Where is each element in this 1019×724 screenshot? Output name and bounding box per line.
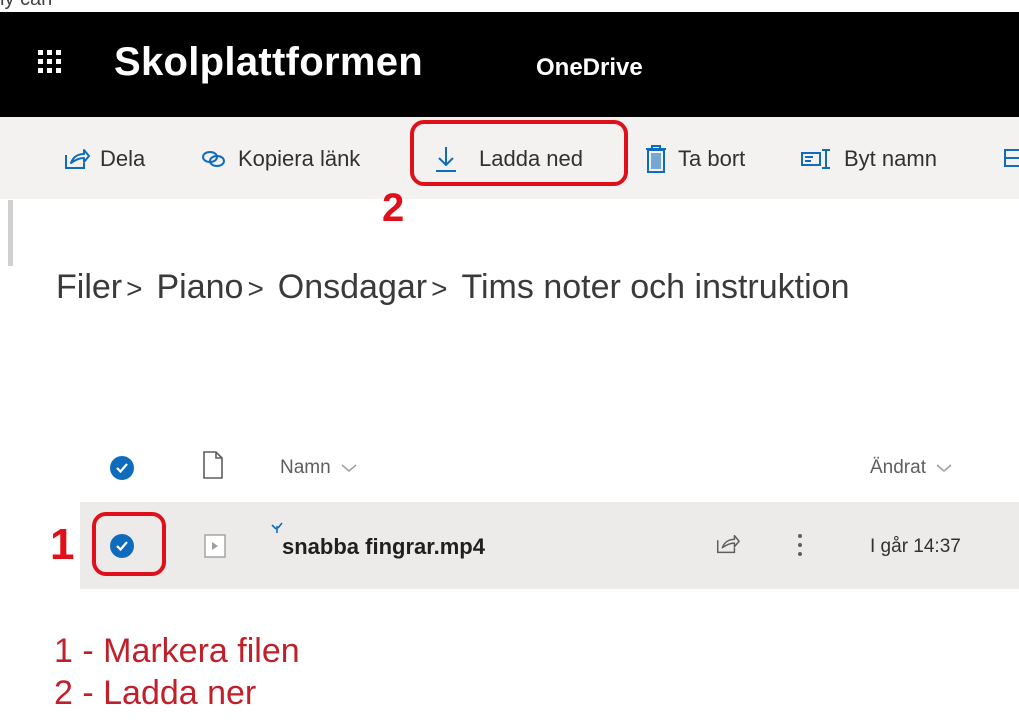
rename-icon [801, 149, 830, 169]
legend-line-1: 1 - Markera filen [54, 632, 300, 670]
rename-label: Byt namn [844, 146, 937, 171]
breadcrumb-item-piano[interactable]: Piano [156, 268, 243, 306]
copy-link-button[interactable]: Kopiera länk [200, 141, 360, 177]
delete-label: Ta bort [678, 146, 746, 171]
waffle-icon[interactable] [38, 50, 62, 74]
share-icon [65, 149, 90, 169]
breadcrumb-separator: > [431, 273, 448, 304]
name-column-label: Namn [280, 457, 331, 478]
select-all-checkbox[interactable] [110, 456, 134, 480]
chevron-down-icon [341, 464, 357, 472]
copy-link-label: Kopiera länk [238, 146, 361, 171]
share-button[interactable]: Dela [62, 141, 145, 177]
modified-column-label: Ändrat [870, 457, 926, 478]
share-icon[interactable] [714, 532, 740, 561]
file-name[interactable]: snabba fingrar.mp4 [282, 534, 485, 560]
rename-button[interactable]: Byt namn [800, 141, 937, 177]
product-name[interactable]: OneDrive [536, 54, 643, 82]
breadcrumb-item-current: Tims noter och instruktion [461, 268, 850, 306]
legend-line-2: 2 - Ladda ner [54, 674, 257, 712]
file-row[interactable]: snabba fingrar.mp4 I går 14:37 [80, 502, 1019, 589]
video-file-icon [204, 534, 226, 563]
scroll-indicator [8, 200, 13, 266]
annotation-box-select [92, 512, 166, 576]
link-icon [202, 151, 225, 167]
breadcrumb-item-files[interactable]: Filer [56, 268, 122, 306]
top-cropped-text: ly can [0, 0, 1019, 12]
annotation-box-download [410, 120, 628, 186]
annotation-number-2: 2 [382, 186, 405, 230]
breadcrumb-separator: > [126, 273, 143, 304]
more-commands-icon[interactable] [1004, 141, 1019, 177]
modified-column-header[interactable]: Ändrat [870, 457, 952, 479]
breadcrumb-item-onsdagar[interactable]: Onsdagar [278, 268, 427, 306]
name-column-header[interactable]: Namn [280, 457, 357, 479]
app-header: Skolplattformen OneDrive [0, 12, 1019, 117]
more-icon[interactable] [796, 532, 804, 563]
trash-icon [646, 145, 666, 173]
breadcrumb-separator: > [247, 273, 264, 304]
file-modified: I går 14:37 [870, 536, 961, 557]
list-header: Namn Ändrat [80, 443, 1019, 497]
annotation-number-1: 1 [50, 520, 75, 569]
check-icon [116, 463, 128, 474]
file-icon [202, 451, 224, 484]
brand-title[interactable]: Skolplattformen [114, 40, 423, 85]
delete-button[interactable]: Ta bort [644, 141, 745, 177]
chevron-down-icon [936, 464, 952, 472]
share-label: Dela [100, 146, 146, 171]
breadcrumb: Filer > Piano > Onsdagar > Tims noter och inst… [56, 268, 849, 307]
